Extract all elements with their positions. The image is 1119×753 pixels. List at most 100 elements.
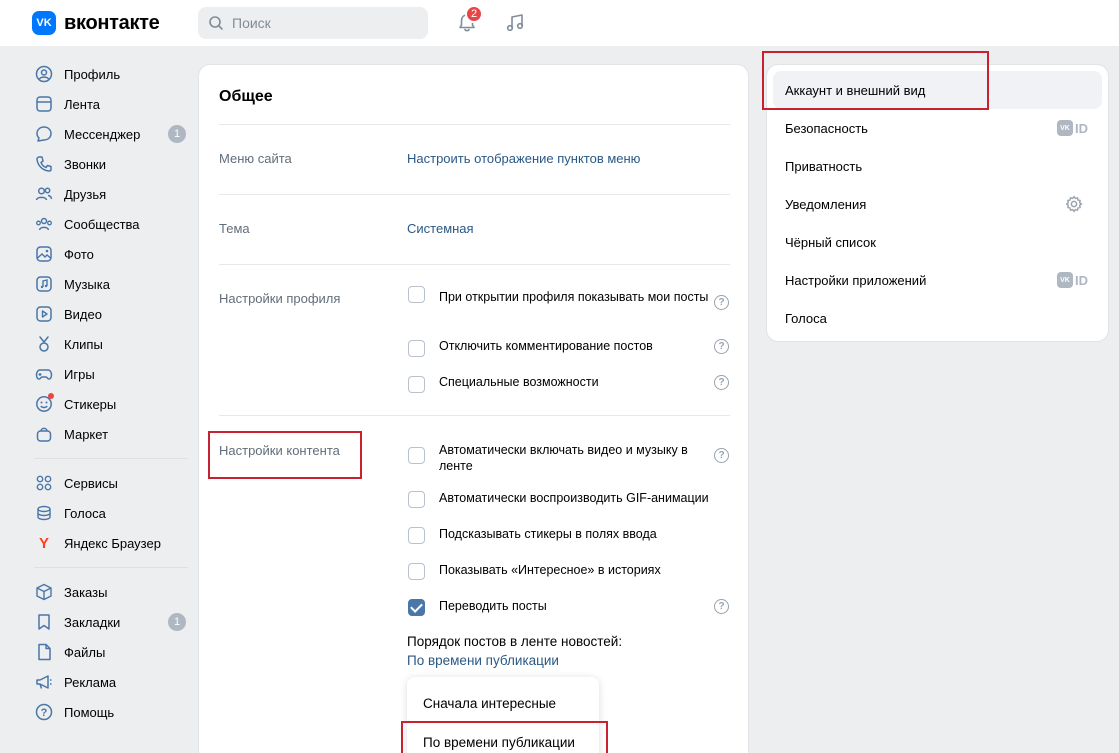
svg-text:Y: Y	[39, 535, 49, 552]
photo-icon	[34, 244, 54, 264]
vk-id-badge: VK ID	[1057, 120, 1088, 136]
sidebar-item[interactable]: Друзья	[30, 179, 190, 209]
sidebar-item[interactable]: Сервисы	[30, 468, 190, 498]
feed-order-option-interesting[interactable]: Сначала интересные	[423, 696, 556, 711]
help-question-icon[interactable]: ?	[714, 599, 729, 614]
search-icon	[209, 16, 223, 30]
divider	[219, 124, 730, 125]
sidebar-item[interactable]: ? Помощь	[30, 697, 190, 727]
sidebar-item[interactable]: Звонки	[30, 149, 190, 179]
help-question-icon[interactable]: ?	[714, 448, 729, 463]
sidebar-item[interactable]: Файлы	[30, 637, 190, 667]
svg-text:?: ?	[41, 707, 48, 719]
help-question-icon[interactable]: ?	[714, 375, 729, 390]
option-checkbox[interactable]	[408, 563, 425, 580]
vk-id-badge: VK ID	[1057, 272, 1088, 288]
configure-menu-link[interactable]: Настроить отображение пунктов меню	[407, 151, 640, 166]
sidebar-item-label: Фото	[64, 246, 94, 262]
help-question-icon[interactable]: ?	[714, 295, 729, 310]
gear-icon[interactable]	[1065, 195, 1083, 213]
sidebar-item[interactable]: Закладки 1	[30, 607, 190, 637]
option-checkbox[interactable]	[408, 527, 425, 544]
settings-menu-item[interactable]: Приватность	[767, 147, 1108, 185]
vk-id-text: ID	[1075, 272, 1088, 288]
option-label[interactable]: Подсказывать стикеры в полях ввода	[439, 526, 709, 542]
option-checkbox[interactable]	[408, 286, 425, 303]
option-label[interactable]: Автоматически воспроизводить GIF-анимаци…	[439, 490, 709, 506]
theme-link[interactable]: Системная	[407, 221, 474, 236]
option-checkbox[interactable]	[408, 376, 425, 393]
feed-order-label: Порядок постов в ленте новостей:	[407, 634, 623, 649]
option-label[interactable]: Отключить комментирование постов	[439, 338, 709, 354]
bag-icon	[34, 424, 54, 444]
sidebar-item[interactable]: Мессенджер 1	[30, 119, 190, 149]
sidebar-item[interactable]: Y Яндекс Браузер	[30, 528, 190, 558]
settings-menu-label: Безопасность	[785, 120, 868, 136]
sidebar-item[interactable]: Фото	[30, 239, 190, 269]
option-checkbox[interactable]	[408, 340, 425, 357]
vk-logo-text: вконтакте	[64, 11, 160, 34]
search-input[interactable]	[232, 15, 412, 31]
sidebar-item[interactable]: Видео	[30, 299, 190, 329]
option-checkbox[interactable]	[408, 447, 425, 464]
option-label[interactable]: Переводить посты	[439, 598, 709, 614]
settings-menu-label: Уведомления	[785, 196, 867, 212]
vk-logo[interactable]: VK вконтакте	[32, 11, 160, 35]
option-label[interactable]: При открытии профиля показывать мои пост…	[439, 289, 709, 305]
option-checkbox[interactable]	[408, 491, 425, 508]
option-label[interactable]: Показывать «Интересное» в историях	[439, 562, 709, 578]
sidebar-item-label: Реклама	[64, 674, 117, 690]
sidebar-item-label: Сообщества	[64, 216, 140, 232]
sidebar-item-label: Голоса	[64, 505, 106, 521]
profile-settings-label: Настройки профиля	[219, 291, 341, 306]
sidebar-item-label: Заказы	[64, 584, 108, 600]
sidebar-count-badge: 1	[168, 613, 186, 631]
feed-icon	[34, 94, 54, 114]
gamepad-icon	[34, 364, 54, 384]
feed-order-select[interactable]: По времени публикации	[407, 653, 559, 668]
sidebar-item-label: Лента	[64, 96, 100, 112]
settings-menu-item[interactable]: Настройки приложений VK ID	[767, 261, 1108, 299]
sidebar-item[interactable]: Заказы	[30, 577, 190, 607]
settings-menu-item[interactable]: Безопасность VK ID	[767, 109, 1108, 147]
sidebar-item-label: Стикеры	[64, 396, 117, 412]
sidebar-item[interactable]: Стикеры	[30, 389, 190, 419]
file-icon	[34, 642, 54, 662]
music-note-icon[interactable]	[504, 12, 526, 34]
communities-icon	[34, 214, 54, 234]
settings-menu-item[interactable]: Уведомления	[767, 185, 1108, 223]
vk-logo-icon: VK	[32, 11, 56, 35]
settings-menu-item[interactable]: Чёрный список	[767, 223, 1108, 261]
help-question-icon[interactable]: ?	[714, 339, 729, 354]
sidebar-item[interactable]: Профиль	[30, 59, 190, 89]
sidebar-item[interactable]: Игры	[30, 359, 190, 389]
vk-id-icon: VK	[1057, 120, 1073, 136]
option-label[interactable]: Специальные возможности	[439, 374, 709, 390]
sidebar-item-label: Сервисы	[64, 475, 118, 491]
sidebar-item[interactable]: Маркет	[30, 419, 190, 449]
highlight-account-box	[762, 51, 989, 110]
option-label[interactable]: Автоматически включать видео и музыку в …	[439, 442, 709, 474]
settings-menu-label: Приватность	[785, 158, 863, 174]
sidebar-item[interactable]: Голоса	[30, 498, 190, 528]
sidebar-item[interactable]: Клипы	[30, 329, 190, 359]
sidebar-item[interactable]: Лента	[30, 89, 190, 119]
sidebar-item[interactable]: Музыка	[30, 269, 190, 299]
divider	[219, 264, 730, 265]
settings-menu-label: Настройки приложений	[785, 272, 927, 288]
divider	[219, 415, 730, 416]
sidebar-item-label: Друзья	[64, 186, 107, 202]
sidebar-item[interactable]: Реклама	[30, 667, 190, 697]
search-box[interactable]	[198, 7, 428, 39]
new-dot-indicator	[48, 393, 54, 399]
help-icon: ?	[34, 702, 54, 722]
option-checkbox[interactable]	[408, 599, 425, 616]
settings-menu-item[interactable]: Голоса	[767, 299, 1108, 337]
sidebar-item-label: Яндекс Браузер	[64, 535, 161, 551]
menu-label: Меню сайта	[219, 151, 292, 166]
settings-menu-label: Голоса	[785, 310, 827, 326]
sidebar-item[interactable]: Сообщества	[30, 209, 190, 239]
bookmark-icon	[34, 612, 54, 632]
settings-menu-label: Чёрный список	[785, 234, 876, 250]
sidebar-item-label: Помощь	[64, 704, 115, 720]
